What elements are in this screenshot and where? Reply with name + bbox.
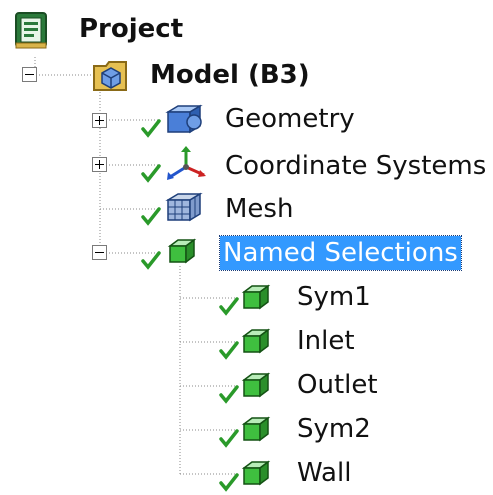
mesh-icon bbox=[165, 192, 203, 222]
check-icon bbox=[219, 297, 239, 316]
mesh-label: Mesh bbox=[225, 194, 294, 224]
check-icon bbox=[141, 119, 161, 138]
check-icon bbox=[141, 207, 161, 226]
named-selection-label: Inlet bbox=[297, 326, 355, 356]
named-selection-label: Wall bbox=[297, 458, 352, 488]
model-expander[interactable] bbox=[22, 67, 37, 82]
check-icon bbox=[219, 429, 239, 448]
project-icon bbox=[15, 12, 47, 49]
selection-icon bbox=[241, 328, 271, 354]
named-selection-label: Sym1 bbox=[297, 282, 371, 312]
check-icon bbox=[141, 164, 161, 183]
selection-icon bbox=[241, 372, 271, 398]
model-label: Model (B3) bbox=[150, 60, 310, 90]
check-icon bbox=[219, 473, 239, 492]
named-selections-icon bbox=[167, 238, 197, 264]
check-icon bbox=[219, 341, 239, 360]
coordinate-systems-icon bbox=[167, 146, 206, 180]
coordinate-systems-expander[interactable] bbox=[92, 157, 107, 172]
named-selection-label: Outlet bbox=[297, 370, 378, 400]
check-icon bbox=[219, 385, 239, 404]
geometry-label: Geometry bbox=[225, 104, 355, 134]
coordinate-systems-label: Coordinate Systems bbox=[225, 151, 487, 181]
project-label: Project bbox=[79, 14, 184, 44]
geometry-icon bbox=[165, 104, 203, 134]
outline-tree: Project Model (B3) Geometry Coordinate S… bbox=[0, 0, 493, 495]
geometry-expander[interactable] bbox=[92, 113, 107, 128]
check-icon bbox=[141, 251, 161, 270]
selection-icon bbox=[241, 416, 271, 442]
selection-icon bbox=[241, 284, 271, 310]
model-icon bbox=[93, 61, 127, 91]
named-selections-expander[interactable] bbox=[92, 245, 107, 260]
selection-icon bbox=[241, 460, 271, 486]
named-selection-label: Sym2 bbox=[297, 414, 371, 444]
named-selections-label: Named Selections bbox=[219, 235, 462, 271]
